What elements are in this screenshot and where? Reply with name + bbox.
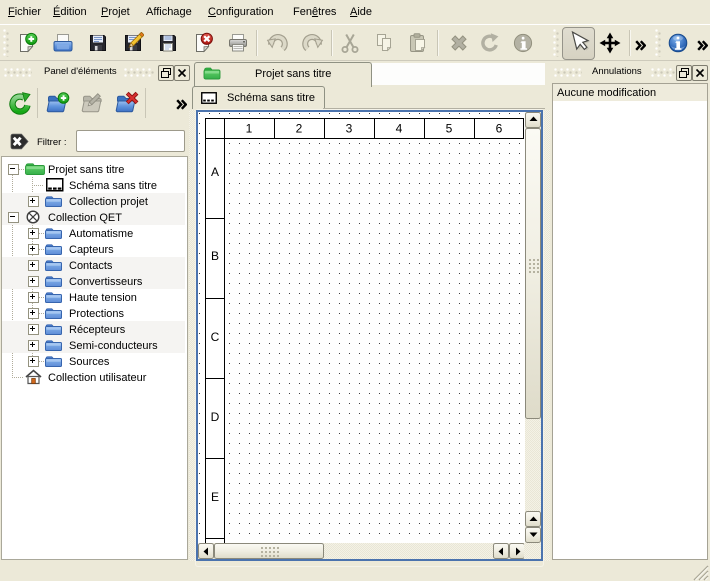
svg-text:1: 1 <box>246 122 253 136</box>
svg-text:B: B <box>211 249 219 263</box>
svg-text:E: E <box>211 490 219 504</box>
svg-text:4: 4 <box>396 122 403 136</box>
svg-text:A: A <box>211 165 219 179</box>
svg-text:3: 3 <box>346 122 353 136</box>
svg-text:5: 5 <box>446 122 453 136</box>
svg-text:D: D <box>211 410 220 424</box>
svg-text:2: 2 <box>296 122 303 136</box>
svg-text:6: 6 <box>496 122 503 136</box>
svg-text:C: C <box>211 330 220 344</box>
